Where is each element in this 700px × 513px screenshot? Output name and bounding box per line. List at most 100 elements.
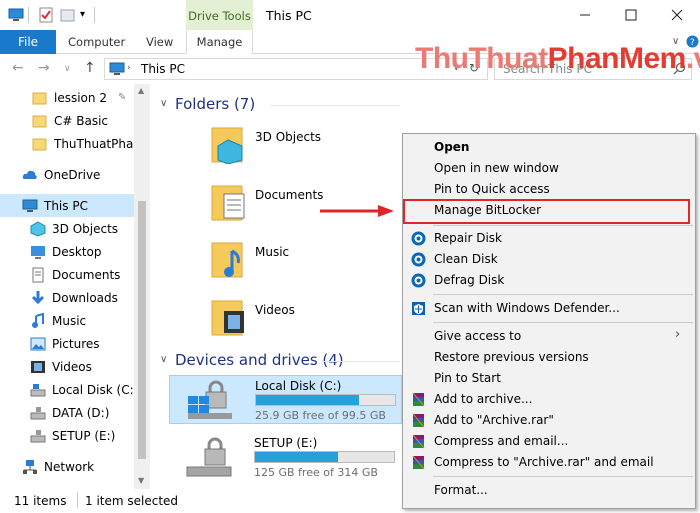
sidebar-item-c-basic[interactable]: C# Basic [0, 109, 134, 132]
menu-item-defrag-disk[interactable]: Defrag Disk [403, 270, 695, 291]
menu-item-pin-quick-access[interactable]: Pin to Quick access [403, 179, 695, 200]
drive-usage-bar [254, 451, 395, 463]
recent-locations-icon[interactable]: ∨ [64, 64, 71, 74]
sidebar-scrollbar[interactable]: ▲ ▼ [134, 84, 150, 489]
tab-view[interactable]: View [146, 30, 173, 54]
drive-icon [30, 428, 46, 444]
menu-item-open[interactable]: Open [403, 137, 695, 158]
folder-label[interactable]: Videos [255, 303, 295, 317]
collapse-devices-icon[interactable]: ∨ [160, 354, 167, 365]
drive-name: Local Disk (C:) [255, 379, 342, 393]
tab-file[interactable]: File [0, 30, 56, 54]
forward-arrow-icon[interactable]: → [38, 60, 50, 76]
selection-count: 1 item selected [85, 494, 179, 508]
menu-item-format[interactable]: Format... [403, 480, 695, 501]
drive-usage-bar [255, 394, 396, 406]
scrollbar-thumb[interactable] [138, 201, 146, 459]
menu-item-give-access[interactable]: Give access to › [403, 326, 695, 347]
scroll-up-icon[interactable]: ▲ [138, 86, 144, 95]
drive-item-local-disk-c[interactable]: Local Disk (C:) 25.9 GB free of 99.5 GB [169, 375, 402, 424]
menu-item-restore-versions[interactable]: Restore previous versions [403, 347, 695, 368]
menu-item-compress-rar-email[interactable]: Compress to "Archive.rar" and email [403, 452, 695, 473]
sidebar-item-this-pc[interactable]: This PC [0, 194, 134, 217]
sidebar-item-desktop[interactable]: Desktop [0, 240, 134, 263]
close-button[interactable] [654, 0, 700, 30]
pin-icon[interactable]: ✎ [118, 92, 126, 103]
folder-icon [32, 113, 48, 129]
watermark: ThuThuatPhanMem.vn [415, 42, 700, 75]
drive-icon [30, 405, 46, 421]
minimize-button[interactable] [562, 0, 608, 30]
new-folder-icon[interactable] [60, 7, 76, 23]
sidebar-item-lession-2[interactable]: lession 2 ✎ [0, 86, 134, 109]
sidebar-item-network[interactable]: Network [0, 455, 134, 478]
computer-icon [22, 198, 38, 214]
desktop-icon [30, 244, 46, 260]
3d-objects-folder-icon [210, 124, 250, 167]
drive-name: SETUP (E:) [254, 436, 318, 450]
window-title: This PC [266, 8, 312, 23]
menu-item-add-archive[interactable]: Add to archive... [403, 389, 695, 410]
properties-icon[interactable] [38, 7, 54, 23]
cube-icon [30, 220, 46, 237]
folder-icon [32, 90, 48, 106]
music-icon [30, 312, 46, 329]
sidebar-item-data-d[interactable]: DATA (D:) [0, 401, 134, 424]
videos-folder-icon [210, 297, 250, 340]
document-icon [30, 267, 46, 283]
locked-drive-icon [185, 437, 233, 480]
folder-label[interactable]: 3D Objects [255, 130, 321, 144]
folder-icon [32, 136, 48, 152]
menu-item-add-archive-rar[interactable]: Add to "Archive.rar" [403, 410, 695, 431]
address-text: This PC [141, 62, 185, 76]
title-bar: ▾ Drive Tools This PC [0, 0, 700, 30]
sidebar-item-thuthuatphanmem[interactable]: ThuThuatPhanM [0, 132, 134, 155]
folders-header[interactable]: Folders (7) [175, 95, 255, 113]
sidebar-item-videos[interactable]: Videos [0, 355, 134, 378]
sidebar-item-3d-objects[interactable]: 3D Objects [0, 217, 134, 240]
drive-item-setup-e[interactable]: SETUP (E:) 125 GB free of 314 GB [169, 433, 402, 482]
collapse-folders-icon[interactable]: ∨ [160, 98, 167, 109]
back-arrow-icon[interactable]: ← [12, 60, 24, 76]
drive-icon [30, 382, 46, 398]
sidebar-item-documents[interactable]: Documents [0, 263, 134, 286]
tab-manage[interactable]: Manage [186, 30, 253, 54]
folder-label[interactable]: Music [255, 245, 289, 259]
scroll-down-icon[interactable]: ▼ [138, 476, 144, 485]
drive-free-space: 125 GB free of 314 GB [254, 466, 378, 479]
annotation-arrow-icon [320, 205, 394, 217]
drive-free-space: 25.9 GB free of 99.5 GB [255, 409, 386, 422]
menu-item-clean-disk[interactable]: Clean Disk [403, 249, 695, 270]
devices-header[interactable]: Devices and drives (4) [175, 351, 344, 369]
drive-tools-context-label: Drive Tools [186, 0, 253, 30]
sidebar-item-music[interactable]: Music [0, 309, 134, 332]
up-arrow-icon[interactable]: ↑ [84, 60, 96, 76]
menu-item-repair-disk[interactable]: Repair Disk [403, 228, 695, 249]
item-count: 11 items [14, 494, 67, 508]
computer-icon [8, 7, 24, 23]
sidebar-item-pictures[interactable]: Pictures [0, 332, 134, 355]
menu-item-pin-start[interactable]: Pin to Start [403, 368, 695, 389]
sidebar-item-local-disk-c[interactable]: Local Disk (C:) [0, 378, 134, 401]
menu-item-compress-email[interactable]: Compress and email... [403, 431, 695, 452]
menu-item-open-new-window[interactable]: Open in new window [403, 158, 695, 179]
pictures-icon [30, 336, 46, 352]
chevron-right-icon[interactable]: › [127, 63, 131, 73]
sidebar-item-setup-e[interactable]: SETUP (E:) [0, 424, 134, 447]
highlight-box [403, 199, 690, 224]
sidebar-item-downloads[interactable]: Downloads [0, 286, 134, 309]
network-icon [22, 459, 38, 475]
menu-item-scan-defender[interactable]: Scan with Windows Defender... [403, 298, 695, 319]
folder-label[interactable]: Documents [255, 188, 323, 202]
sidebar-item-onedrive[interactable]: OneDrive [0, 163, 134, 186]
navigation-pane: lession 2 ✎ C# Basic ThuThuatPhanM OneDr… [0, 84, 134, 489]
cloud-icon [22, 167, 38, 183]
music-folder-icon [210, 239, 250, 282]
computer-icon [109, 62, 125, 79]
submenu-arrow-icon: › [675, 327, 681, 342]
download-icon [30, 290, 46, 306]
tab-computer[interactable]: Computer [68, 30, 125, 54]
videos-icon [30, 359, 46, 375]
maximize-button[interactable] [608, 0, 654, 30]
documents-folder-icon [210, 182, 250, 225]
